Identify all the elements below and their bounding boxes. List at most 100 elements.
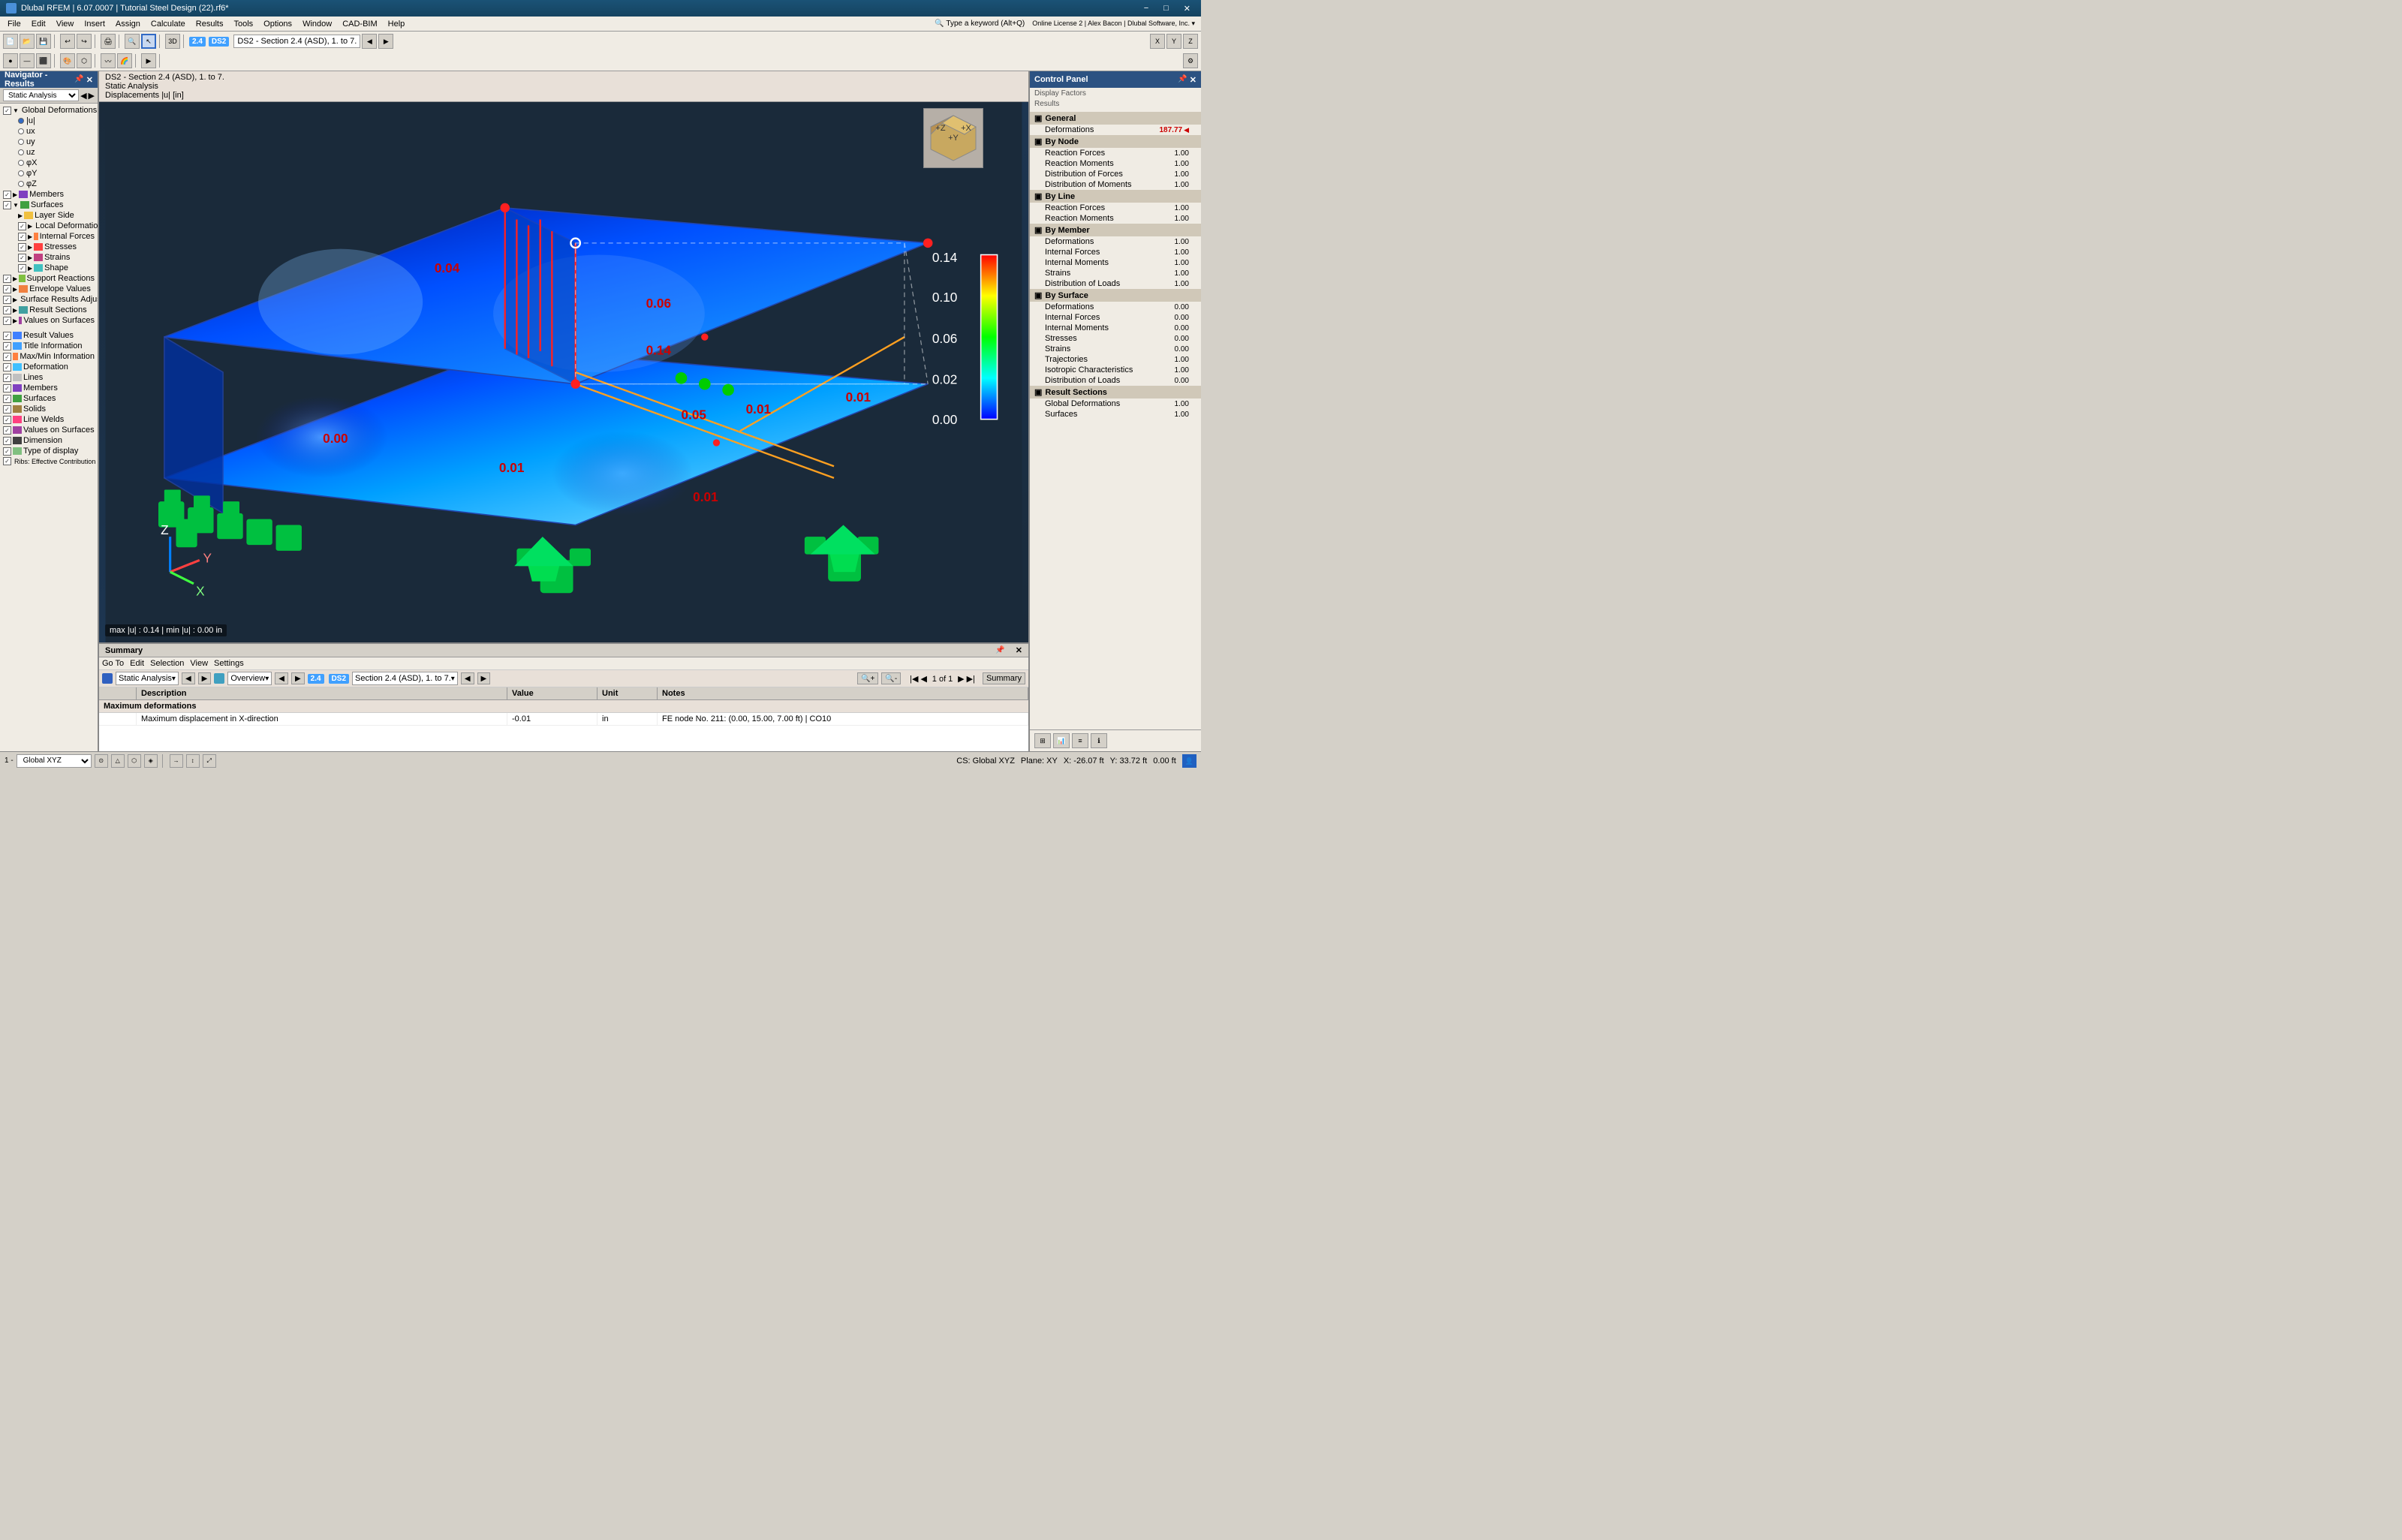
analysis-type-dropdown[interactable]: Static Analysis ▾	[116, 672, 179, 685]
surface-adj-expand[interactable]: ▶	[13, 296, 17, 303]
sb-btn-2[interactable]: △	[111, 754, 125, 768]
surface-adj-checkbox[interactable]	[3, 296, 11, 304]
nav-item-phix[interactable]: φX	[0, 158, 98, 168]
new-btn[interactable]: 📄	[3, 34, 18, 49]
cp-close[interactable]: ✕	[1190, 75, 1196, 85]
cp-table-btn[interactable]: ⊞	[1034, 733, 1051, 748]
animate-btn[interactable]: ▶	[141, 53, 156, 68]
nav-item-deformation-disp[interactable]: Deformation	[0, 362, 98, 372]
nav-item-ux[interactable]: ux	[0, 126, 98, 137]
deform-btn[interactable]: 〰	[101, 53, 116, 68]
render-btn[interactable]: 🎨	[60, 53, 75, 68]
surfaces-checkbox[interactable]	[3, 201, 11, 209]
page-next[interactable]: ▶ ▶|	[958, 675, 975, 684]
local-def-expand[interactable]: ▶	[28, 223, 32, 230]
summary-nav-prev3[interactable]: ◀	[461, 672, 474, 684]
menu-edit[interactable]: Edit	[27, 19, 50, 29]
envelope-checkbox[interactable]	[3, 285, 11, 293]
support-reactions-checkbox[interactable]	[3, 275, 11, 283]
redo-btn[interactable]: ↪	[77, 34, 92, 49]
3d-view[interactable]: 0.04 0.06 0.14 0.00 0.01 0.05 0.01 0.01 …	[99, 102, 1028, 642]
solids-checkbox[interactable]	[3, 405, 11, 414]
menu-window[interactable]: Window	[298, 19, 336, 29]
nav-item-result-sections[interactable]: ▶ Result Sections	[0, 305, 98, 315]
page-prev[interactable]: |◀ ◀	[910, 675, 927, 684]
nav-item-surfaces[interactable]: ▼ Surfaces	[0, 200, 98, 210]
nav-item-maxmin-information[interactable]: Max/Min Information	[0, 351, 98, 362]
save-btn[interactable]: 💾	[36, 34, 51, 49]
shape-checkbox[interactable]	[18, 264, 26, 272]
nav-item-solids[interactable]: Solids	[0, 404, 98, 414]
uy-radio[interactable]	[18, 139, 24, 145]
ux-radio[interactable]	[18, 128, 24, 134]
z-btn[interactable]: Z	[1183, 34, 1198, 49]
layer-side-expand[interactable]: ▶	[18, 212, 23, 219]
phiy-radio[interactable]	[18, 170, 24, 176]
nav-item-values-surfaces-2[interactable]: Values on Surfaces	[0, 425, 98, 435]
nav-item-surface-results-adj[interactable]: ▶ Surface Results Adjustments	[0, 294, 98, 305]
values-surfaces-2-checkbox[interactable]	[3, 426, 11, 435]
zoom-out-btn[interactable]: 🔍-	[881, 672, 901, 684]
cp-section-general[interactable]: ▣ General	[1030, 112, 1201, 125]
sb-btn-7[interactable]: ⤢	[203, 754, 216, 768]
shape-expand[interactable]: ▶	[28, 265, 32, 272]
nav-item-type-of-display[interactable]: Type of display	[0, 446, 98, 456]
cp-list-btn[interactable]: ≡	[1072, 733, 1088, 748]
menu-results[interactable]: Results	[191, 19, 228, 29]
wire-btn[interactable]: ⬡	[77, 53, 92, 68]
strains-checkbox[interactable]	[18, 254, 26, 262]
local-def-checkbox[interactable]	[18, 222, 26, 230]
view3d-btn[interactable]: 3D	[165, 34, 180, 49]
menu-cad-bim[interactable]: CAD-BIM	[338, 19, 381, 29]
menu-help[interactable]: Help	[384, 19, 410, 29]
ribs-checkbox[interactable]	[3, 457, 11, 465]
minimize-btn[interactable]: −	[1139, 4, 1153, 14]
cp-pin[interactable]: 📌	[1178, 75, 1187, 85]
nav-item-lines-disp[interactable]: Lines	[0, 372, 98, 383]
summary-goto[interactable]: Go To	[102, 659, 124, 668]
menu-insert[interactable]: Insert	[80, 19, 110, 29]
surfaces-expand[interactable]: ▼	[13, 202, 19, 209]
phix-radio[interactable]	[18, 160, 24, 166]
color-btn[interactable]: 🌈	[117, 53, 132, 68]
nav-item-members[interactable]: ▶ Members	[0, 189, 98, 200]
title-info-checkbox[interactable]	[3, 342, 11, 350]
summary-edit[interactable]: Edit	[130, 659, 144, 668]
nav-item-phiz[interactable]: φZ	[0, 179, 98, 189]
summary-view[interactable]: View	[190, 659, 208, 668]
summary-nav-prev1[interactable]: ◀	[182, 672, 195, 684]
sb-btn-4[interactable]: ◈	[144, 754, 158, 768]
members-expand[interactable]: ▶	[13, 191, 17, 198]
menu-view[interactable]: View	[52, 19, 79, 29]
nav-item-ribs[interactable]: Ribs: Effective Contribution on Surface/	[0, 456, 98, 466]
section-dropdown[interactable]: DS2 - Section 2.4 (ASD), 1. to 7.	[233, 35, 360, 48]
nav-item-u-abs[interactable]: |u|	[0, 116, 98, 126]
nav-item-support-reactions[interactable]: ▶ Support Reactions	[0, 273, 98, 284]
nav-item-envelope-values[interactable]: ▶ Envelope Values	[0, 284, 98, 294]
internal-forces-expand[interactable]: ▶	[28, 233, 32, 240]
viewport-canvas[interactable]: 0.04 0.06 0.14 0.00 0.01 0.05 0.01 0.01 …	[99, 102, 1028, 642]
undo-btn[interactable]: ↩	[60, 34, 75, 49]
cp-section-by-member[interactable]: ▣ By Member	[1030, 224, 1201, 236]
sb-btn-6[interactable]: ↕	[186, 754, 200, 768]
stresses-expand[interactable]: ▶	[28, 244, 32, 251]
dimension-checkbox[interactable]	[3, 437, 11, 445]
nav-item-values-on-surfaces[interactable]: ▶ Values on Surfaces	[0, 315, 98, 326]
zoom-in-btn[interactable]: 🔍+	[857, 672, 878, 684]
nav-close[interactable]: ✕	[86, 75, 93, 85]
summary-nav-next2[interactable]: ▶	[291, 672, 305, 684]
overview-dropdown[interactable]: Overview ▾	[227, 672, 272, 685]
sb-btn-3[interactable]: ⬡	[128, 754, 141, 768]
nav-item-internal-forces[interactable]: ▶ Internal Forces	[0, 231, 98, 242]
nav-next[interactable]: ▶	[89, 91, 95, 101]
surfaces-disp-checkbox[interactable]	[3, 395, 11, 403]
open-btn[interactable]: 📂	[20, 34, 35, 49]
select-btn[interactable]: ↖	[141, 34, 156, 49]
summary-nav-prev2[interactable]: ◀	[275, 672, 288, 684]
surface-btn[interactable]: ⬛	[36, 53, 51, 68]
nav-item-local-deformations[interactable]: ▶ Local Deformations	[0, 221, 98, 231]
values-on-surfaces-expand[interactable]: ▶	[13, 317, 17, 324]
cp-section-by-line[interactable]: ▣ By Line	[1030, 190, 1201, 203]
nav-item-layer-side[interactable]: ▶ Layer Side	[0, 210, 98, 221]
cp-info-btn[interactable]: ℹ	[1091, 733, 1107, 748]
